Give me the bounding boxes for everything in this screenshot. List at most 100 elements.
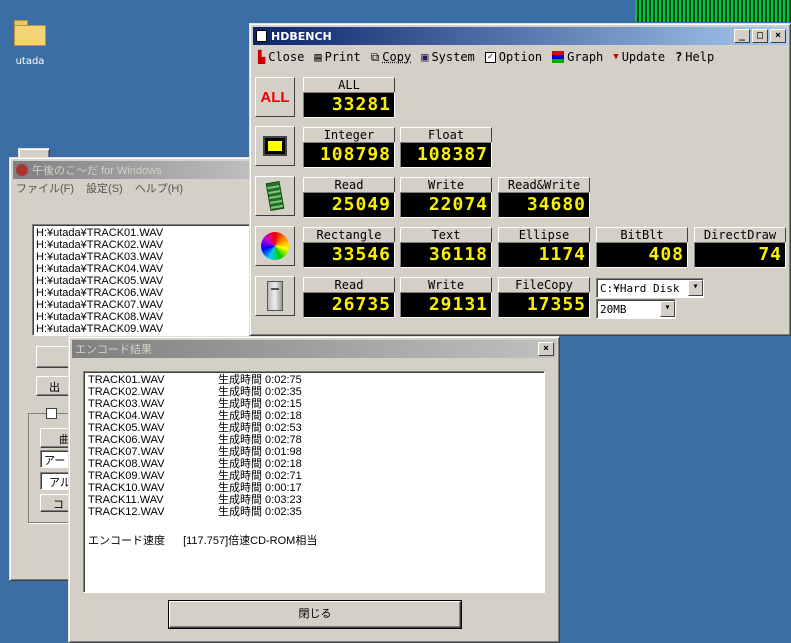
chevron-down-icon[interactable]: ▾ — [660, 301, 675, 317]
computer-icon: ▣ — [421, 50, 429, 64]
encoder-titlebar[interactable]: 午後のこ〜だ for Windows — [13, 161, 255, 179]
toolbar-help[interactable]: ? Help — [670, 47, 719, 67]
app-icon — [16, 164, 28, 176]
menu-file[interactable]: ファイル(F) — [16, 180, 74, 196]
list-item[interactable]: H:¥utada¥TRACK07.WAV — [36, 299, 256, 311]
filecopy-score: 17355 — [498, 292, 590, 318]
all-label: ALL — [303, 77, 395, 93]
list-item[interactable]: H:¥utada¥TRACK05.WAV — [36, 275, 256, 287]
result-time: 生成時間 0:02:35 — [218, 506, 302, 518]
result-rows: TRACK01.WAV 生成時間 0:02:75 TRACK02.WAV 生成時間 0… — [88, 374, 540, 518]
taskbar-graph-widget — [635, 0, 791, 22]
float-label: Float — [400, 127, 492, 143]
result-file: TRACK11.WAV — [88, 494, 164, 506]
toolbar-option[interactable]: ✓ Option — [480, 47, 547, 67]
close-icon[interactable]: × — [538, 342, 554, 356]
list-item[interactable]: H:¥utada¥TRACK02.WAV — [36, 239, 256, 251]
copy-icon: ⧉ — [370, 49, 380, 64]
toolbar-update[interactable]: ▼ Update — [608, 47, 670, 67]
result-list: TRACK01.WAV 生成時間 0:02:75 TRACK02.WAV 生成時間 0… — [83, 371, 545, 593]
result-time: 生成時間 0:03:23 — [218, 494, 302, 506]
table-row: TRACK02.WAV 生成時間 0:02:35 — [88, 386, 540, 398]
result-file: TRACK03.WAV — [88, 398, 165, 410]
maximize-icon[interactable]: □ — [752, 29, 768, 43]
hard-disk-icon — [267, 281, 283, 311]
result-file: TRACK08.WAV — [88, 458, 165, 470]
hdbench-titlebar[interactable]: HDBENCH _ □ × — [253, 27, 787, 45]
bitblt-label: BitBlt — [596, 227, 688, 243]
memory-read-score: 25049 — [303, 192, 395, 218]
graph-icon — [552, 51, 565, 63]
new-update-icon: ▼ — [613, 52, 619, 62]
hdbench-toolbar: ▙ Close ▤ Print ⧉ Copy ▣ System ✓ Option Grap… — [253, 47, 787, 67]
table-row: TRACK04.WAV 生成時間 0:02:18 — [88, 410, 540, 422]
encode-result-window[interactable]: エンコード結果 × TRACK01.WAV 生成時間 0:02:75 TRACK02… — [68, 336, 560, 643]
result-titlebar[interactable]: エンコード結果 × — [72, 340, 556, 358]
size-select[interactable]: 20MB ▾ — [596, 299, 676, 319]
result-file: TRACK02.WAV — [88, 386, 165, 398]
result-time: 生成時間 0:02:18 — [218, 458, 302, 470]
directdraw-label: DirectDraw — [694, 227, 786, 243]
disk-icon-box — [255, 276, 295, 316]
result-time: 生成時間 0:02:35 — [218, 386, 302, 398]
hdbench-window[interactable]: HDBENCH _ □ × ▙ Close ▤ Print ⧉ Copy ▣ Syste… — [249, 23, 791, 336]
result-time: 生成時間 0:01:98 — [218, 446, 302, 458]
list-item[interactable]: H:¥utada¥TRACK09.WAV — [36, 323, 256, 335]
table-row: TRACK08.WAV 生成時間 0:02:18 — [88, 458, 540, 470]
option-checkbox[interactable] — [46, 408, 57, 419]
result-time: 生成時間 0:00:17 — [218, 482, 302, 494]
memory-icon-box — [255, 176, 295, 216]
result-time: 生成時間 0:02:78 — [218, 434, 302, 446]
list-item[interactable]: H:¥utada¥TRACK01.WAV — [36, 227, 256, 239]
desktop-folder[interactable]: utada — [8, 20, 52, 67]
menu-settings[interactable]: 設定(S) — [86, 180, 123, 196]
result-time: 生成時間 0:02:75 — [218, 374, 302, 386]
speed-value: [117.757]倍速CD-ROM相当 — [183, 535, 318, 547]
integer-score: 108798 — [303, 142, 395, 168]
printer-icon: ▤ — [314, 50, 322, 64]
list-item[interactable]: H:¥utada¥TRACK04.WAV — [36, 263, 256, 275]
toolbar-graph[interactable]: Graph — [547, 47, 608, 67]
float-score: 108387 — [400, 142, 492, 168]
list-item[interactable]: H:¥utada¥TRACK08.WAV — [36, 311, 256, 323]
text-label: Text — [400, 227, 492, 243]
disk-write-score: 29131 — [400, 292, 492, 318]
result-file: TRACK07.WAV — [88, 446, 165, 458]
result-time: 生成時間 0:02:71 — [218, 470, 302, 482]
menu-help[interactable]: ヘルプ(H) — [135, 180, 183, 196]
memory-read-label: Read — [303, 177, 395, 193]
folder-icon — [14, 20, 46, 46]
text-score: 36118 — [400, 242, 492, 268]
result-file: TRACK12.WAV — [88, 506, 165, 518]
result-file: TRACK04.WAV — [88, 410, 165, 422]
toolbar-copy[interactable]: ⧉ Copy — [366, 47, 416, 67]
integer-label: Integer — [303, 127, 395, 143]
memory-rw-label: Read&Write — [498, 177, 590, 193]
chevron-down-icon[interactable]: ▾ — [688, 280, 703, 296]
file-list[interactable]: H:¥utada¥TRACK01.WAV H:¥utada¥TRACK02.WA… — [32, 224, 260, 336]
cpu-icon — [263, 136, 287, 156]
all-score: 33281 — [303, 92, 395, 118]
result-title: エンコード結果 — [75, 344, 152, 356]
list-item[interactable]: H:¥utada¥TRACK03.WAV — [36, 251, 256, 263]
minimize-icon[interactable]: _ — [734, 29, 750, 43]
close-tool-icon: ▙ — [258, 50, 266, 64]
result-time: 生成時間 0:02:53 — [218, 422, 302, 434]
memory-write-label: Write — [400, 177, 492, 193]
result-file: TRACK01.WAV — [88, 374, 165, 386]
toolbar-system[interactable]: ▣ System — [416, 47, 480, 67]
table-row: TRACK10.WAV 生成時間 0:00:17 — [88, 482, 540, 494]
drive-select[interactable]: C:¥Hard Disk ▾ — [596, 278, 704, 298]
table-row: TRACK01.WAV 生成時間 0:02:75 — [88, 374, 540, 386]
table-row: TRACK09.WAV 生成時間 0:02:71 — [88, 470, 540, 482]
filecopy-label: FileCopy — [498, 277, 590, 293]
close-result-button[interactable]: 閉じる — [168, 600, 462, 629]
toolbar-close[interactable]: ▙ Close — [253, 47, 309, 67]
close-icon[interactable]: × — [770, 29, 786, 43]
list-item[interactable]: H:¥utada¥TRACK06.WAV — [36, 287, 256, 299]
encoder-title: 午後のこ〜だ for Windows — [32, 165, 162, 177]
memory-icon — [265, 180, 285, 212]
toolbar-print[interactable]: ▤ Print — [309, 47, 365, 67]
hdbench-title: HDBENCH — [271, 29, 332, 43]
video-palette-icon — [261, 232, 289, 260]
